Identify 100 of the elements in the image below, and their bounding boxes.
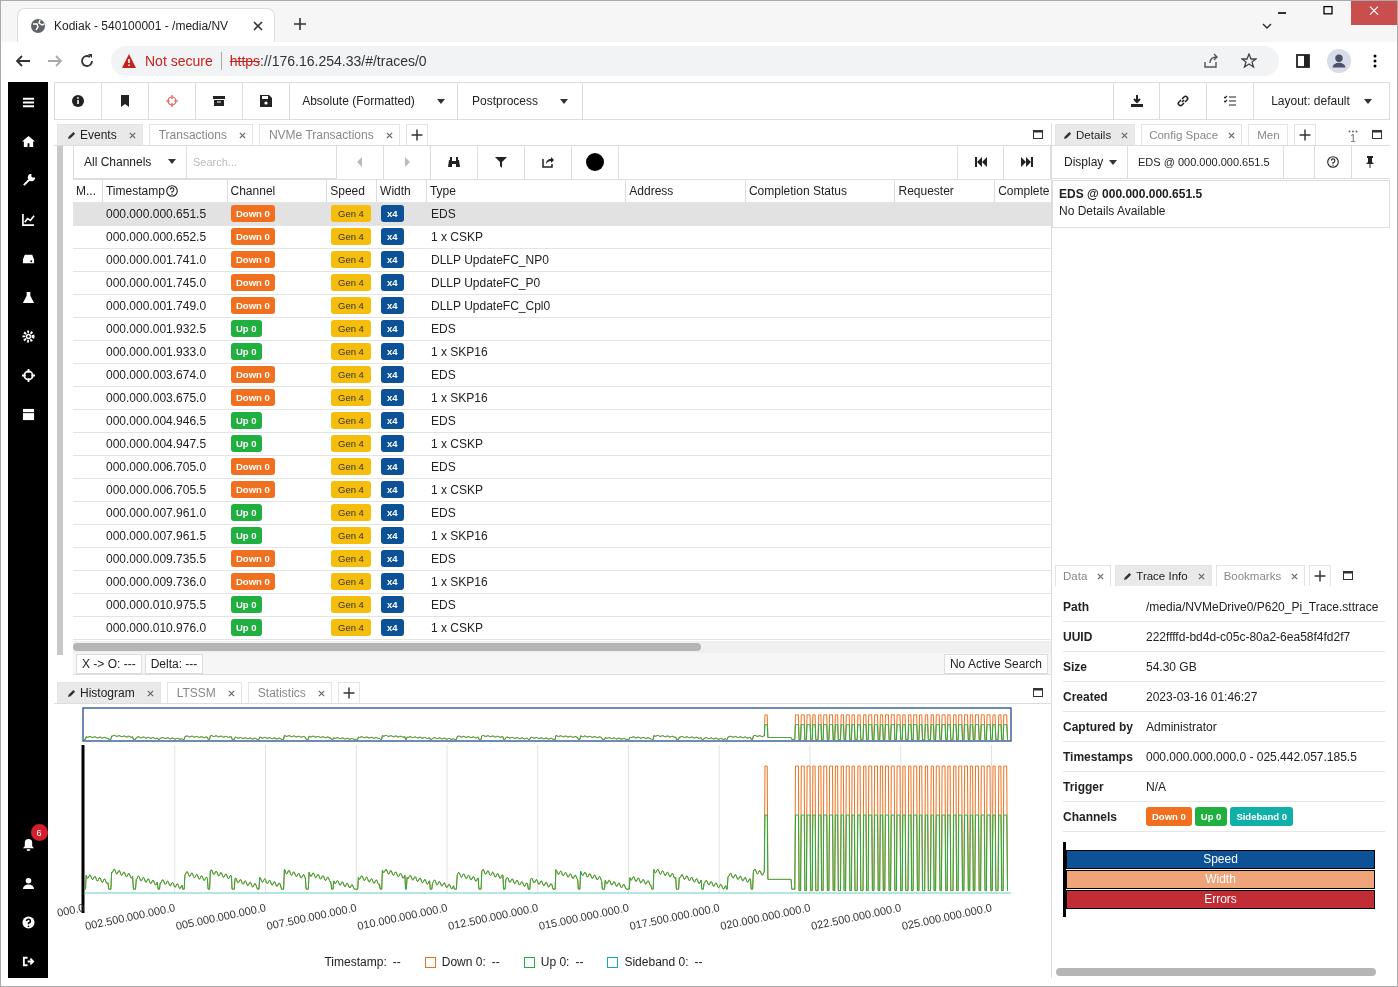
panel-tab[interactable]: Data (1055, 565, 1112, 586)
column-header[interactable]: M... (73, 179, 103, 202)
column-header[interactable]: Width (377, 179, 427, 202)
browser-tab[interactable]: Kodiak - 540100001 - /media/NV (17, 8, 275, 42)
chevron-down-icon[interactable] (1261, 20, 1273, 32)
close-icon[interactable] (227, 689, 235, 697)
timestamp-cell-text: 000.000.001.745.0 (105, 275, 208, 290)
channel-badge: Down 0 (231, 366, 275, 384)
panel-tab[interactable]: Trace Info (1115, 565, 1212, 586)
width-badge: x4 (381, 251, 404, 269)
panel-tab[interactable]: LTSSM (166, 682, 242, 703)
share-icon[interactable] (1203, 53, 1219, 69)
column-header[interactable]: Type (426, 179, 627, 202)
table-row[interactable]: 000.000.007.961.5 Up 0 Gen 4 x4 1 x SKP16 (73, 524, 1051, 548)
panel-tab[interactable]: NVMe Transactions (258, 124, 400, 145)
first-button[interactable] (957, 146, 1004, 179)
width-badge: x4 (381, 228, 404, 246)
table-row[interactable]: 000.000.001.741.0 Down 0 Gen 4 x4 DLLP UpdateFC_NP0 (73, 248, 1051, 272)
table-row[interactable]: 000.000.001.749.0 Down 0 Gen 4 x4 DLLP UpdateFC_Cpl0 (73, 294, 1051, 318)
help-icon[interactable] (21, 916, 35, 929)
column-header[interactable]: Speed (327, 179, 378, 202)
maximize-panel-icon[interactable] (1033, 130, 1043, 139)
column-header[interactable]: Complete (995, 179, 1051, 202)
close-icon[interactable] (1228, 131, 1236, 139)
add-tab-icon[interactable] (1309, 565, 1332, 586)
close-icon[interactable] (238, 131, 246, 139)
type-cell-text: EDS (430, 206, 457, 221)
info-label: Channels (1063, 809, 1118, 824)
column-header[interactable]: Channel (227, 179, 328, 202)
menu-icon[interactable] (21, 96, 35, 109)
gear-icon[interactable] (21, 330, 35, 343)
more-tabs-icon[interactable] (1348, 130, 1358, 133)
add-tab-icon[interactable] (337, 682, 360, 703)
speed-badge: Gen 4 (331, 228, 371, 246)
star-icon[interactable] (1241, 53, 1257, 69)
profile-avatar-icon[interactable] (1327, 49, 1351, 73)
column-header[interactable]: Requester (895, 179, 996, 202)
panel-tab[interactable]: Statistics (247, 682, 332, 703)
user-icon[interactable] (21, 877, 35, 890)
table-row[interactable]: 000.000.001.933.0 Up 0 Gen 4 x4 1 x SKP16 (73, 340, 1051, 364)
table-row[interactable]: 000.000.003.674.0 Down 0 Gen 4 x4 EDS (73, 363, 1051, 387)
search-field[interactable]: Search... (187, 146, 337, 179)
channel-badge: Up 0 (231, 412, 262, 430)
overview-plot[interactable] (82, 707, 1012, 742)
add-tab-icon[interactable] (1294, 124, 1317, 145)
table-row[interactable]: 000.000.004.947.5 Up 0 Gen 4 x4 1 x CSKP (73, 432, 1051, 456)
table-row[interactable]: 000.000.009.735.5 Down 0 Gen 4 x4 EDS (73, 547, 1051, 571)
close-icon[interactable] (252, 19, 264, 32)
column-header[interactable]: Timestamp (102, 179, 228, 202)
sign-out-icon[interactable] (21, 955, 35, 968)
column-header[interactable]: Completion Status (745, 179, 896, 202)
table-row[interactable]: 000.000.010.975.5 Up 0 Gen 4 x4 EDS (73, 593, 1051, 617)
home-icon[interactable] (21, 135, 35, 148)
panel-tab[interactable]: Events (57, 124, 143, 145)
type-cell-text: 1 x CSKP (430, 620, 485, 635)
download-button[interactable] (1113, 83, 1160, 119)
table-row[interactable]: 000.000.006.705.5 Down 0 Gen 4 x4 1 x CSKP (73, 478, 1051, 502)
table-row[interactable]: 000.000.000.652.5 Down 0 Gen 4 x4 1 x CSKP (73, 225, 1051, 249)
details-title[interactable]: EDS @ 000.000.000.651.5 (1059, 187, 1383, 201)
channel-badge: Up 0 (231, 619, 262, 637)
panel-tab[interactable]: Config Space (1141, 124, 1243, 145)
column-header[interactable]: Address (626, 179, 746, 202)
channel-filter-dropdown[interactable]: All Channels (73, 146, 187, 179)
flask-icon[interactable] (21, 291, 35, 304)
scrollbar-thumb[interactable] (73, 643, 701, 652)
table-row[interactable]: 000.000.000.651.5 Down 0 Gen 4 x4 EDS (73, 202, 1051, 226)
side-panel-icon[interactable] (1295, 53, 1311, 69)
maximize-panel-icon[interactable] (1343, 571, 1354, 580)
maximize-panel-icon[interactable] (1372, 130, 1382, 139)
panel-tab[interactable]: Histogram (57, 682, 161, 703)
panel-tab[interactable]: Bookmarks (1215, 565, 1306, 586)
table-row[interactable]: 000.000.001.745.0 Down 0 Gen 4 x4 DLLP UpdateFC_P0 (73, 271, 1051, 295)
add-tab-icon[interactable] (405, 124, 428, 145)
table-row[interactable]: 000.000.009.736.0 Down 0 Gen 4 x4 1 x SKP16 (73, 570, 1051, 594)
new-tab-icon[interactable] (293, 17, 307, 31)
address-field[interactable]: Not secure https://176.16.254.33/#/traces/0 (111, 46, 1279, 76)
panel-tab[interactable]: Transactions (148, 124, 253, 145)
table-row[interactable]: 000.000.007.961.0 Up 0 Gen 4 x4 EDS (73, 501, 1051, 525)
table-row[interactable]: 000.000.003.675.0 Down 0 Gen 4 x4 1 x SKP16 (73, 386, 1051, 410)
archive-icon[interactable] (21, 408, 35, 421)
crosshair-icon[interactable] (21, 369, 35, 382)
close-icon[interactable] (1291, 572, 1299, 580)
table-row[interactable]: 000.000.010.976.0 Up 0 Gen 4 x4 1 x CSKP (73, 616, 1051, 640)
panel-tab[interactable]: Men (1248, 124, 1289, 145)
table-row[interactable]: 000.000.006.705.0 Down 0 Gen 4 x4 EDS (73, 455, 1051, 479)
close-icon[interactable] (1097, 572, 1105, 580)
panel-tab[interactable]: Details (1055, 124, 1136, 145)
channel-badge: Down 0 (231, 297, 275, 315)
wrench-icon[interactable] (21, 174, 35, 187)
scrollbar-thumb[interactable] (1056, 968, 1376, 976)
maximize-panel-icon[interactable] (1033, 688, 1043, 697)
reload-icon[interactable] (79, 53, 95, 69)
table-row[interactable]: 000.000.004.946.5 Up 0 Gen 4 x4 EDS (73, 409, 1051, 433)
bell-icon[interactable] (21, 838, 35, 851)
close-icon[interactable] (317, 689, 325, 697)
close-icon[interactable] (385, 131, 393, 139)
back-arrow-icon[interactable] (15, 53, 31, 69)
drive-icon[interactable] (21, 252, 35, 265)
chart-icon[interactable] (21, 213, 35, 226)
table-row[interactable]: 000.000.001.932.5 Up 0 Gen 4 x4 EDS (73, 317, 1051, 341)
